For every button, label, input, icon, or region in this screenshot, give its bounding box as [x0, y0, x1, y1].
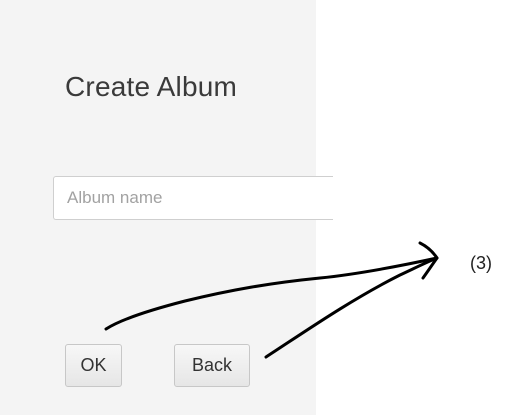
- back-button[interactable]: Back: [174, 344, 250, 387]
- annotation-arrowhead: [418, 241, 439, 280]
- page-title: Create Album: [65, 71, 238, 102]
- album-name-input[interactable]: [53, 176, 333, 220]
- screen: Create Album OK Back (3): [0, 0, 515, 415]
- annotation-label: (3): [470, 253, 492, 273]
- ok-button[interactable]: OK: [65, 344, 122, 387]
- create-album-panel: Create Album OK Back: [0, 0, 333, 415]
